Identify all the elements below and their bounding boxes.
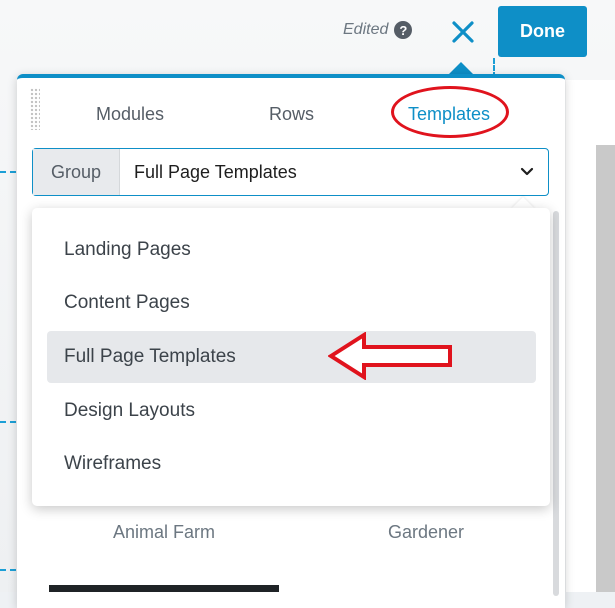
- dropdown-option[interactable]: Wireframes: [47, 438, 536, 490]
- edited-label: Edited: [343, 21, 389, 38]
- dropdown-option[interactable]: Content Pages: [47, 277, 536, 329]
- annotation-arrow-icon: [328, 332, 452, 380]
- close-icon: [452, 21, 474, 43]
- page-scrollbar[interactable]: [596, 145, 615, 592]
- template-label: Animal Farm: [113, 522, 216, 542]
- panel-scrollbar[interactable]: [553, 211, 559, 596]
- group-select[interactable]: Group Full Page Templates: [32, 148, 549, 196]
- help-icon[interactable]: ?: [394, 21, 413, 39]
- highlight-circle: [391, 86, 509, 138]
- edited-status[interactable]: Edited ?: [343, 21, 413, 39]
- panel-tabs: Modules Rows Templates: [17, 78, 565, 146]
- group-select-label: Group: [33, 149, 120, 195]
- tab-modules[interactable]: Modules: [96, 104, 164, 125]
- editor-toolbar: Edited ? Done: [0, 0, 615, 64]
- row-guide-line: [0, 569, 16, 571]
- row-guide-line: [0, 171, 16, 173]
- template-thumbnail[interactable]: [49, 585, 279, 592]
- dropdown-option[interactable]: Landing Pages: [47, 224, 536, 276]
- dropdown-option[interactable]: Design Layouts: [47, 385, 536, 437]
- close-button[interactable]: [446, 12, 480, 52]
- chevron-down-icon: [506, 149, 548, 195]
- tab-rows[interactable]: Rows: [269, 104, 314, 125]
- template-label: Gardener: [388, 522, 465, 542]
- dropdown-option-selected[interactable]: Full Page Templates: [47, 331, 536, 383]
- done-button[interactable]: Done: [498, 6, 587, 57]
- group-select-value: Full Page Templates: [134, 161, 297, 182]
- group-dropdown-menu: Landing Pages Content Pages Full Page Te…: [32, 208, 550, 506]
- row-guide-line: [0, 421, 16, 423]
